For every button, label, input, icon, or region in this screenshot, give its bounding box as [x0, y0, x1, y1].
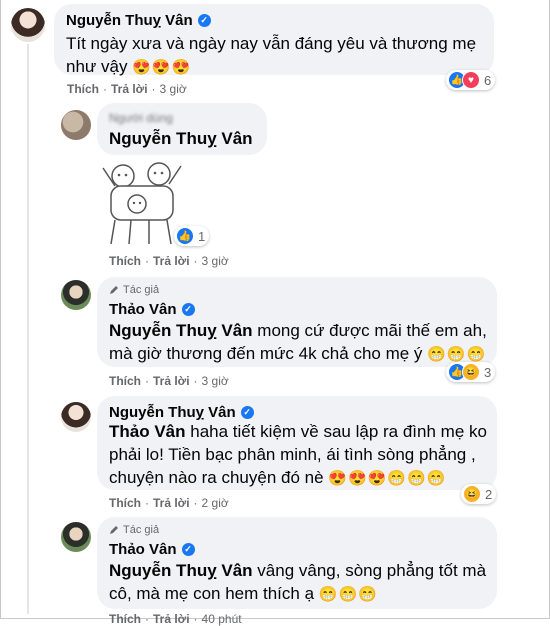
- verified-badge-icon: ✓: [240, 406, 254, 419]
- comment-author[interactable]: Nguyễn Thuỵ Vân ✓: [66, 12, 211, 29]
- emoji-grin: 😁😁😁: [427, 346, 487, 363]
- like-link[interactable]: Thích: [67, 82, 99, 96]
- verified-badge-icon: ✓: [181, 303, 195, 316]
- reply-link[interactable]: Trả lời: [153, 254, 190, 268]
- mention-link[interactable]: Thảo Vân: [109, 422, 186, 441]
- reaction-count: 3: [484, 364, 492, 380]
- timestamp[interactable]: 3 giờ: [160, 82, 187, 96]
- comment-thread: Nguyễn Thuỵ Vân ✓ Tít ngày xưa và ngày n…: [0, 0, 550, 626]
- reaction-count: 2: [485, 486, 493, 502]
- comment-author[interactable]: Thảo Vân ✓: [109, 541, 195, 558]
- comment-author[interactable]: Nguyễn Thuỵ Vân ✓: [109, 404, 254, 421]
- author-name[interactable]: Nguyễn Thuỵ Vân: [66, 12, 193, 29]
- timestamp[interactable]: 2 giờ: [202, 496, 229, 510]
- comment-actions: Thích · Trả lời · 3 giờ: [109, 254, 229, 268]
- timestamp[interactable]: 3 giờ: [202, 374, 229, 388]
- comment-actions: Thích · Trả lời · 40 phút: [109, 612, 242, 626]
- avatar[interactable]: [61, 280, 91, 310]
- comment-bubble: Nguyễn Thuỵ Vân ✓ Tít ngày xưa và ngày n…: [54, 4, 494, 76]
- love-icon: ♥: [462, 71, 480, 89]
- haha-icon: 😆: [462, 363, 480, 381]
- comment-bubble: Tác giả Thảo Vân ✓ Nguyễn Thuỵ Vân vâng …: [97, 517, 497, 609]
- like-icon: 👍: [176, 227, 194, 245]
- comment-text: Tít ngày xưa và ngày nay vẫn đáng yêu và…: [66, 34, 477, 76]
- author-tag: Tác giả: [109, 524, 159, 536]
- verified-badge-icon: ✓: [181, 543, 195, 556]
- mention-link[interactable]: Nguyễn Thuỵ Vân: [109, 561, 253, 580]
- comment-bubble: Nguyễn Thuỵ Vân ✓ Thảo Vân haha tiết kiệ…: [97, 396, 497, 490]
- avatar[interactable]: [11, 8, 45, 42]
- comment-author[interactable]: Thảo Vân ✓: [109, 301, 195, 318]
- reaction-summary[interactable]: 👍 😆 3: [446, 362, 496, 382]
- comment-bubble: Người dùng Nguyễn Thuỵ Vân: [97, 103, 267, 155]
- comment-text: Nguyễn Thuỵ Vân vâng vâng, sòng phẳng tố…: [109, 561, 487, 603]
- emoji-mixed: 😍😍😍😁😁😁: [328, 470, 447, 487]
- like-link[interactable]: Thích: [109, 254, 141, 268]
- reaction-summary[interactable]: 😆 2: [461, 484, 497, 504]
- comment-bubble: Tác giả Thảo Vân ✓ Nguyễn Thuỵ Vân mong …: [97, 277, 497, 367]
- avatar[interactable]: [61, 110, 91, 140]
- author-name[interactable]: Thảo Vân: [109, 541, 177, 558]
- thread-connector: [27, 44, 29, 614]
- avatar[interactable]: [61, 522, 91, 552]
- author-name[interactable]: Nguyễn Thuỵ Vân: [109, 404, 236, 421]
- emoji-heart-eyes: 😍😍😍: [132, 59, 192, 76]
- comment-actions: Thích · Trả lời · 3 giờ: [109, 374, 229, 388]
- timestamp[interactable]: 3 giờ: [202, 254, 229, 268]
- like-link[interactable]: Thích: [109, 374, 141, 388]
- emoji-grin: 😁😁😁: [318, 586, 378, 603]
- reply-link[interactable]: Trả lời: [153, 496, 190, 510]
- reaction-count: 1: [198, 228, 206, 244]
- author-name[interactable]: Thảo Vân: [109, 301, 177, 318]
- reply-link[interactable]: Trả lời: [153, 612, 190, 626]
- comment-actions: Thích · Trả lời · 3 giờ: [67, 82, 187, 96]
- reply-link[interactable]: Trả lời: [111, 82, 148, 96]
- pen-icon: [110, 286, 118, 294]
- mention-link[interactable]: Nguyễn Thuỵ Vân: [109, 127, 253, 150]
- reaction-count: 6: [484, 72, 492, 88]
- hidden-author-name: Người dùng: [109, 111, 173, 125]
- reaction-summary[interactable]: 👍 ♥ 6: [446, 70, 496, 90]
- reaction-summary[interactable]: 👍 1: [174, 226, 210, 246]
- comment-text: Thảo Vân haha tiết kiệm về sau lập ra đì…: [109, 422, 487, 487]
- like-link[interactable]: Thích: [109, 612, 141, 626]
- mention-link[interactable]: Nguyễn Thuỵ Vân: [109, 321, 253, 340]
- author-tag: Tác giả: [109, 284, 159, 296]
- verified-badge-icon: ✓: [197, 14, 211, 27]
- comment-actions: Thích · Trả lời · 2 giờ: [109, 496, 229, 510]
- like-link[interactable]: Thích: [109, 496, 141, 510]
- comment-text: Nguyễn Thuỵ Vân mong cứ được mãi thế em …: [109, 321, 487, 363]
- haha-icon: 😆: [463, 485, 481, 503]
- timestamp[interactable]: 40 phút: [202, 612, 242, 626]
- pen-icon: [110, 526, 118, 534]
- reply-link[interactable]: Trả lời: [153, 374, 190, 388]
- avatar[interactable]: [61, 402, 91, 432]
